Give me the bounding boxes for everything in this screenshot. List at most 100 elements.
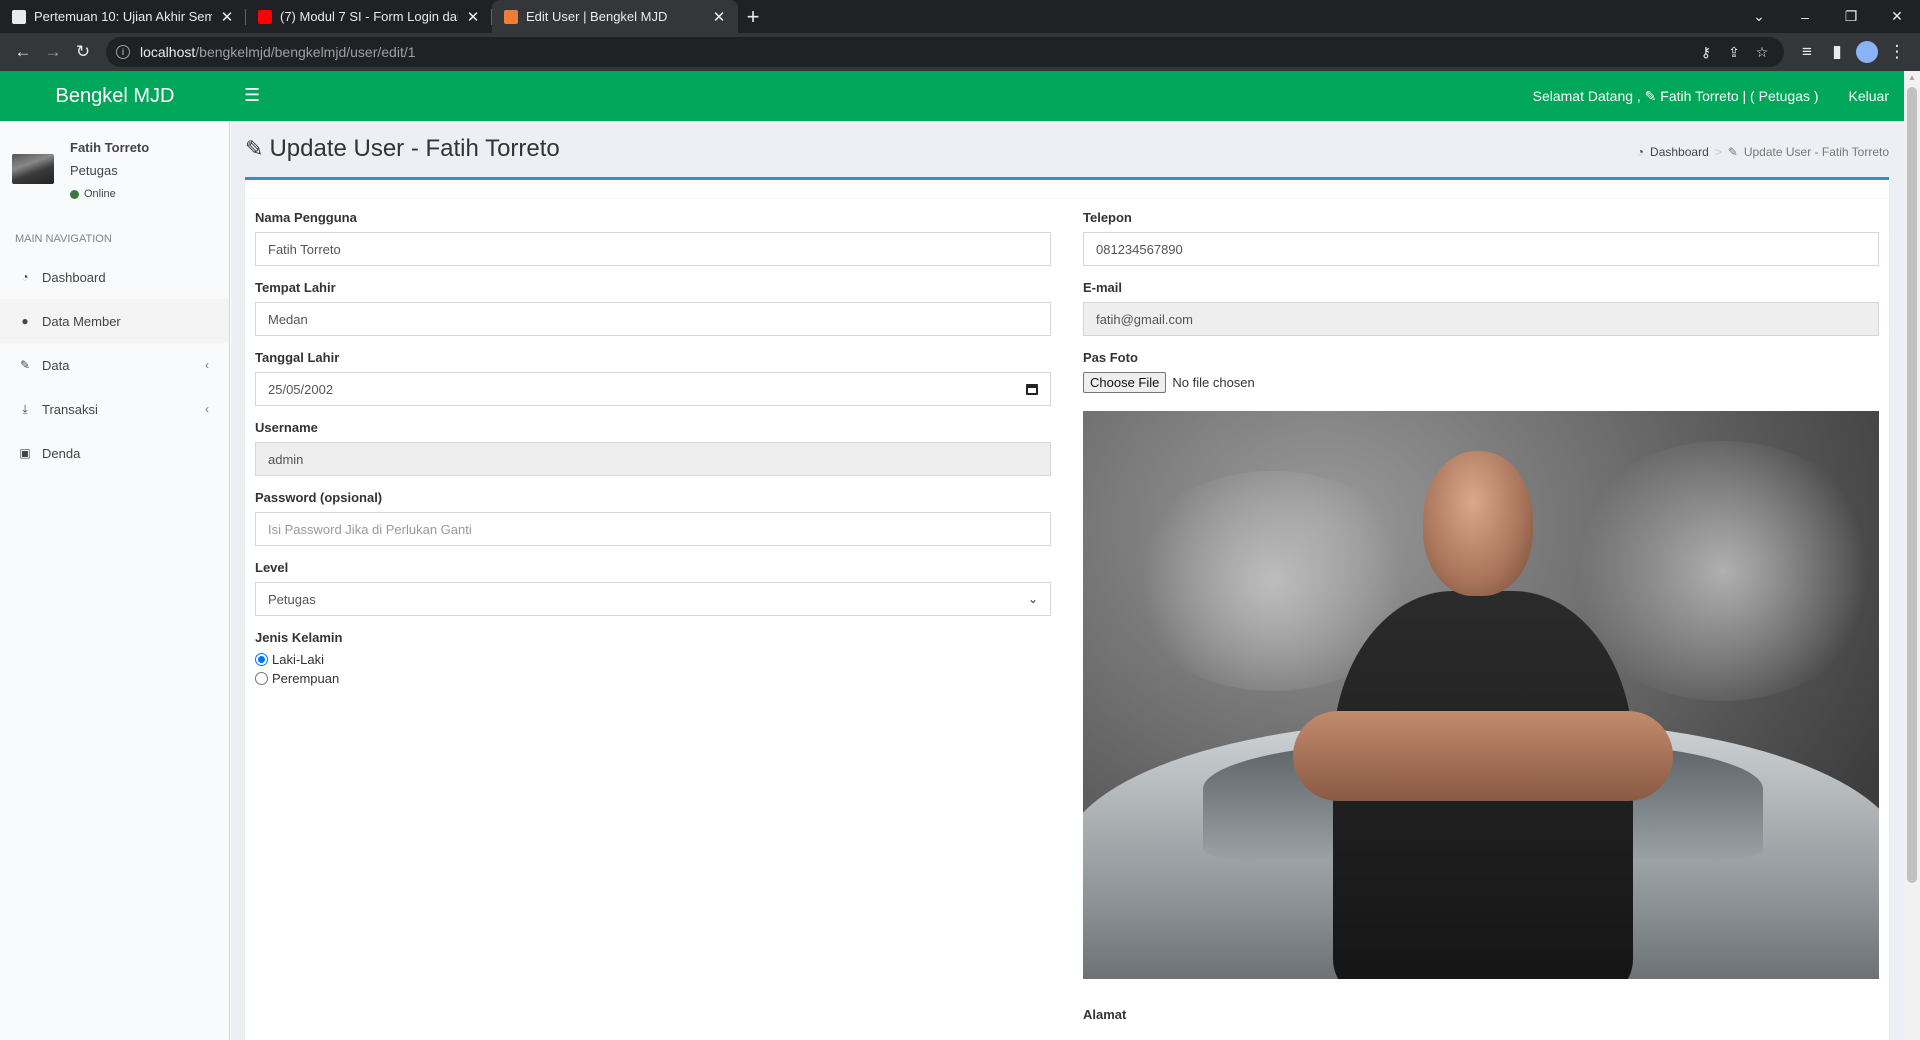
browser-tab-2[interactable]: (7) Modul 7 SI - Form Login dan ✕: [246, 0, 492, 33]
sidebar-item-denda[interactable]: ▣ Denda: [0, 431, 229, 475]
reload-button[interactable]: ↻: [68, 37, 98, 67]
sidebar-item-label: Denda: [42, 445, 81, 461]
new-tab-button[interactable]: +: [738, 0, 768, 33]
photo-head: [1423, 451, 1533, 596]
forward-button[interactable]: →: [38, 37, 68, 67]
menu-icon[interactable]: ⋮: [1882, 37, 1912, 67]
level-label: Level: [255, 560, 289, 575]
avatar: [12, 154, 54, 184]
restore-button[interactable]: ❐: [1828, 0, 1874, 33]
address-bar[interactable]: i localhost/bengkelmjd/bengkelmjd/user/e…: [106, 37, 1784, 67]
form-group-telepon: Telepon 081234567890: [1083, 210, 1879, 266]
email-input: fatih@gmail.com: [1083, 302, 1879, 336]
share-icon[interactable]: ⇪: [1722, 44, 1746, 61]
user-role: Petugas: [70, 163, 118, 178]
status-text: Online: [84, 188, 116, 200]
profile-avatar[interactable]: [1856, 41, 1878, 63]
radio-label: Laki-Laki: [272, 652, 325, 667]
username-label: Username: [255, 420, 318, 435]
back-button[interactable]: ←: [8, 37, 38, 67]
page-scrollbar[interactable]: ▲: [1904, 71, 1920, 1040]
tab-title: Pertemuan 10: Ujian Akhir Semester: [34, 9, 212, 24]
password-input[interactable]: Isi Password Jika di Perlukan Ganti: [255, 512, 1051, 546]
sidebar-item-dashboard[interactable]: ◔ Dashboard: [0, 255, 229, 299]
page-title: ✎ Update User - Fatih Torreto: [245, 135, 560, 163]
classroom-icon: [12, 9, 26, 24]
sidebar-item-label: Data Member: [42, 313, 121, 329]
sidebar-item-transaksi[interactable]: ⤓ Transaksi ‹: [0, 387, 229, 431]
user-icon: ●: [21, 314, 29, 328]
tempat-input[interactable]: Medan: [255, 302, 1051, 336]
scroll-up-icon[interactable]: ▲: [1908, 73, 1916, 82]
browser-tabbar: Pertemuan 10: Ujian Akhir Semester ✕ (7)…: [0, 0, 1920, 33]
telepon-input[interactable]: 081234567890: [1083, 232, 1879, 266]
key-icon[interactable]: ⚷: [1694, 44, 1718, 61]
app-header: Bengkel MJD ☰ Selamat Datang , ✎ Fatih T…: [0, 71, 1904, 121]
media-icon[interactable]: ≡: [1792, 37, 1822, 67]
money-icon: ▣: [19, 446, 31, 460]
sidebar-item-data-member[interactable]: ● Data Member: [0, 299, 229, 343]
chevron-left-icon: ‹: [205, 358, 209, 372]
file-input[interactable]: Choose File No file chosen: [1083, 372, 1879, 393]
tanggal-value: 25/05/2002: [268, 381, 334, 397]
choose-file-button[interactable]: Choose File: [1083, 372, 1167, 393]
form-group-password: Password (opsional) Isi Password Jika di…: [255, 490, 1051, 546]
page-title-text: Update User - Fatih Torreto: [269, 135, 560, 162]
youtube-icon: [258, 9, 272, 24]
sidebar-item-data[interactable]: ✎ Data ‹: [0, 343, 229, 387]
nama-input[interactable]: Fatih Torreto: [255, 232, 1051, 266]
edit-icon: ✎: [19, 358, 31, 372]
form-left-column: Nama Pengguna Fatih Torreto Tempat Lahir…: [255, 210, 1051, 700]
tempat-label: Tempat Lahir: [255, 280, 336, 295]
form-group-email: E-mail fatih@gmail.com: [1083, 280, 1879, 336]
username-input: admin: [255, 442, 1051, 476]
minimize-button[interactable]: –: [1782, 0, 1828, 33]
gender-option-perempuan[interactable]: Perempuan: [255, 671, 1051, 686]
close-icon[interactable]: ✕: [220, 8, 234, 26]
level-select[interactable]: Petugas ⌄: [255, 582, 1051, 616]
gender-option-laki[interactable]: Laki-Laki: [255, 652, 1051, 667]
hamburger-icon[interactable]: ☰: [244, 85, 260, 106]
browser-tab-3[interactable]: Edit User | Bengkel MJD ✕: [492, 0, 738, 33]
side-panel-icon[interactable]: ▮: [1822, 37, 1852, 67]
photo-arms: [1293, 711, 1673, 801]
close-icon[interactable]: ✕: [712, 8, 726, 26]
logout-link[interactable]: Keluar: [1834, 88, 1904, 104]
radio-laki[interactable]: [255, 653, 268, 666]
tab-search-icon[interactable]: ⌄: [1736, 0, 1782, 33]
welcome-text: Selamat Datang , ✎ Fatih Torreto | ( Pet…: [1532, 87, 1819, 104]
foto-label: Pas Foto: [1083, 350, 1138, 365]
edit-icon: ✎: [1727, 145, 1738, 159]
file-status: No file chosen: [1172, 375, 1255, 390]
star-icon[interactable]: ☆: [1750, 44, 1774, 61]
omnibox-actions: ⚷ ⇪ ☆: [1694, 44, 1774, 61]
sidebar-item-label: Dashboard: [42, 269, 106, 285]
alamat-label: Alamat: [1083, 1007, 1127, 1022]
tanggal-label: Tanggal Lahir: [255, 350, 340, 365]
form-group-username: Username admin: [255, 420, 1051, 476]
form-group-nama: Nama Pengguna Fatih Torreto: [255, 210, 1051, 266]
window-controls: ⌄ – ❐ ✕: [1736, 0, 1920, 33]
tanggal-input[interactable]: 25/05/2002: [255, 372, 1051, 406]
close-window-button[interactable]: ✕: [1874, 0, 1920, 33]
sidebar: Fatih Torreto Petugas Online MAIN NAVIGA…: [0, 121, 230, 1040]
level-value: Petugas: [268, 591, 316, 607]
browser-toolbar: ← → ↻ i localhost/bengkelmjd/bengkelmjd/…: [0, 33, 1920, 71]
info-icon[interactable]: i: [116, 45, 130, 59]
url-host: localhost: [140, 44, 196, 60]
close-icon[interactable]: ✕: [466, 8, 480, 26]
url-path: /bengkelmjd/bengkelmjd/user/edit/1: [195, 44, 416, 60]
tab-title: (7) Modul 7 SI - Form Login dan: [280, 9, 458, 24]
calendar-icon[interactable]: [1026, 383, 1038, 395]
breadcrumb-home[interactable]: Dashboard: [1650, 145, 1709, 159]
browser-tab-1[interactable]: Pertemuan 10: Ujian Akhir Semester ✕: [0, 0, 246, 33]
radio-perempuan[interactable]: [255, 672, 268, 685]
sidebar-item-label: Data: [42, 357, 70, 373]
chevron-left-icon: ‹: [205, 402, 209, 416]
form-group-tanggal: Tanggal Lahir 25/05/2002: [255, 350, 1051, 406]
user-status: Online: [70, 188, 116, 200]
content-header: ✎ Update User - Fatih Torreto ◔ Dashboar…: [245, 133, 1889, 171]
form-group-tempat: Tempat Lahir Medan: [255, 280, 1051, 336]
brand-logo[interactable]: Bengkel MJD: [0, 71, 230, 121]
scrollbar-thumb[interactable]: [1907, 87, 1917, 883]
